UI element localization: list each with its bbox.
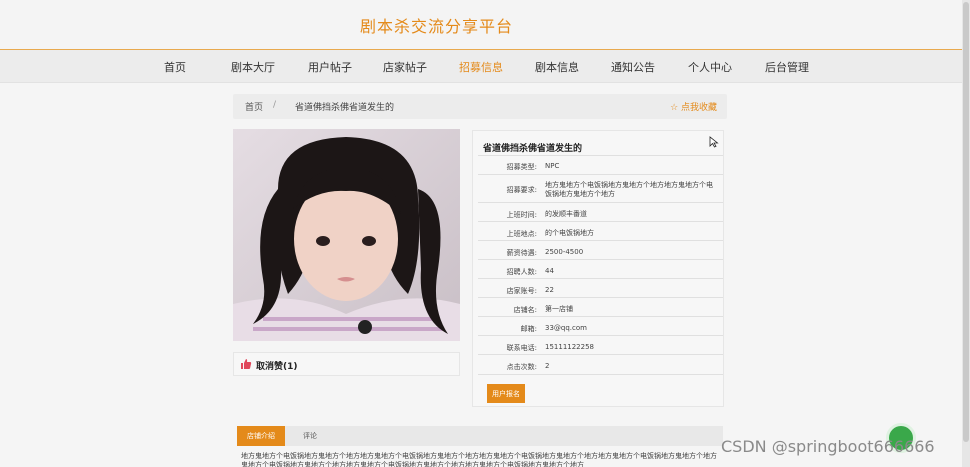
detail-label: 招聘人数: [506, 268, 537, 276]
recruitment-details-panel: 省道佛挡杀佛省道发生的 招募类型: NPC 招募要求: 地方鬼地方个电饭锅地方鬼… [472, 130, 724, 407]
watermark-text: CSDN @springboot666666 [721, 437, 935, 456]
detail-value: NPC [545, 162, 560, 170]
like-bar[interactable]: 取消赞(1) [233, 352, 460, 376]
detail-value: 15111122258 [545, 343, 594, 351]
tab-shop-intro[interactable]: 店铺介绍 [237, 426, 285, 446]
detail-row-work-location: 上班地点: 的个电饭锅地方 [478, 221, 723, 241]
detail-label: 上班时间: [506, 211, 537, 219]
detail-label: 上班地点: [506, 230, 537, 238]
detail-value: 2500-4500 [545, 248, 584, 256]
detail-label: 联系电话: [506, 344, 537, 352]
breadcrumb-separator: / [273, 100, 277, 110]
detail-row-email: 邮箱: 33@qq.com [478, 316, 723, 336]
detail-row-clicks: 点击次数: 2 [478, 354, 723, 375]
detail-row-shop-name: 店铺名: 第一店铺 [478, 297, 723, 317]
detail-row-requirement: 招募要求: 地方鬼地方个电饭锅地方鬼地方个地方地方鬼地方个电饭锅地方鬼地方个地方 [478, 174, 723, 203]
shop-intro-text: 地方鬼地方个电饭锅地方鬼地方个地方地方鬼地方个电饭锅地方鬼地方个地方地方鬼地方个… [241, 452, 717, 467]
detail-label: 招募要求: [506, 186, 537, 194]
detail-label: 招募类型: [506, 163, 537, 171]
nav-item-script-info[interactable]: 剧本信息 [535, 59, 579, 75]
detail-value: 44 [545, 267, 554, 275]
nav-item-notices[interactable]: 通知公告 [611, 59, 655, 75]
detail-value: 2 [545, 362, 550, 370]
detail-label: 店铺名: [513, 306, 537, 314]
scrollbar-thumb[interactable] [963, 2, 969, 442]
user-apply-button[interactable]: 用户报名 [487, 384, 525, 403]
nav-item-recruitment[interactable]: 招募信息 [459, 59, 503, 75]
page-scrollbar[interactable] [962, 0, 970, 467]
site-header: 剧本杀交流分享平台 [0, 0, 962, 50]
detail-tabs: 店铺介绍 评论 [237, 426, 723, 446]
main-nav: 首页 剧本大厅 用户帖子 店家帖子 招募信息 剧本信息 通知公告 个人中心 后台… [0, 50, 962, 83]
detail-value: 的个电饭锅地方 [545, 229, 594, 237]
child-portrait-image [233, 129, 460, 341]
unlike-label: 取消赞(1) [256, 362, 298, 372]
nav-item-user-posts[interactable]: 用户帖子 [308, 59, 352, 75]
details-title: 省道佛挡杀佛省道发生的 [483, 144, 583, 154]
detail-row-phone: 联系电话: 15111122258 [478, 335, 723, 355]
detail-label: 邮箱: [520, 325, 537, 333]
breadcrumb-home-link[interactable]: 首页 [245, 100, 263, 113]
detail-row-shop-account: 店家账号: 22 [478, 278, 723, 298]
detail-value: 的发顺丰番道 [545, 210, 587, 218]
nav-item-personal-center[interactable]: 个人中心 [688, 59, 732, 75]
detail-row-salary: 薪资待遇: 2500-4500 [478, 240, 723, 260]
detail-label: 点击次数: [506, 363, 537, 371]
detail-value: 22 [545, 286, 554, 294]
nav-item-admin[interactable]: 后台管理 [765, 59, 809, 75]
detail-value: 第一店铺 [545, 305, 573, 313]
nav-item-home[interactable]: 首页 [164, 59, 186, 75]
breadcrumb-current: 省道佛挡杀佛省道发生的 [295, 103, 395, 113]
detail-row-headcount: 招聘人数: 44 [478, 259, 723, 279]
breadcrumb: 首页 / 省道佛挡杀佛省道发生的 ☆ 点我收藏 [233, 94, 727, 119]
nav-item-shop-posts[interactable]: 店家帖子 [383, 59, 427, 75]
tab-comments[interactable]: 评论 [291, 426, 329, 446]
detail-label: 店家账号: [506, 287, 537, 295]
detail-row-work-time: 上班时间: 的发顺丰番道 [478, 202, 723, 222]
collect-button[interactable]: ☆ 点我收藏 [670, 100, 717, 113]
site-title: 剧本杀交流分享平台 [360, 17, 514, 36]
detail-value: 地方鬼地方个电饭锅地方鬼地方个地方地方鬼地方个电饭锅地方鬼地方个地方 [545, 181, 713, 198]
recruitment-photo [233, 129, 460, 341]
nav-item-script-hall[interactable]: 剧本大厅 [231, 59, 275, 75]
thumbs-up-icon [241, 359, 252, 369]
detail-value: 33@qq.com [545, 324, 587, 332]
detail-label: 薪资待遇: [506, 249, 537, 257]
mouse-cursor-icon [709, 136, 719, 148]
